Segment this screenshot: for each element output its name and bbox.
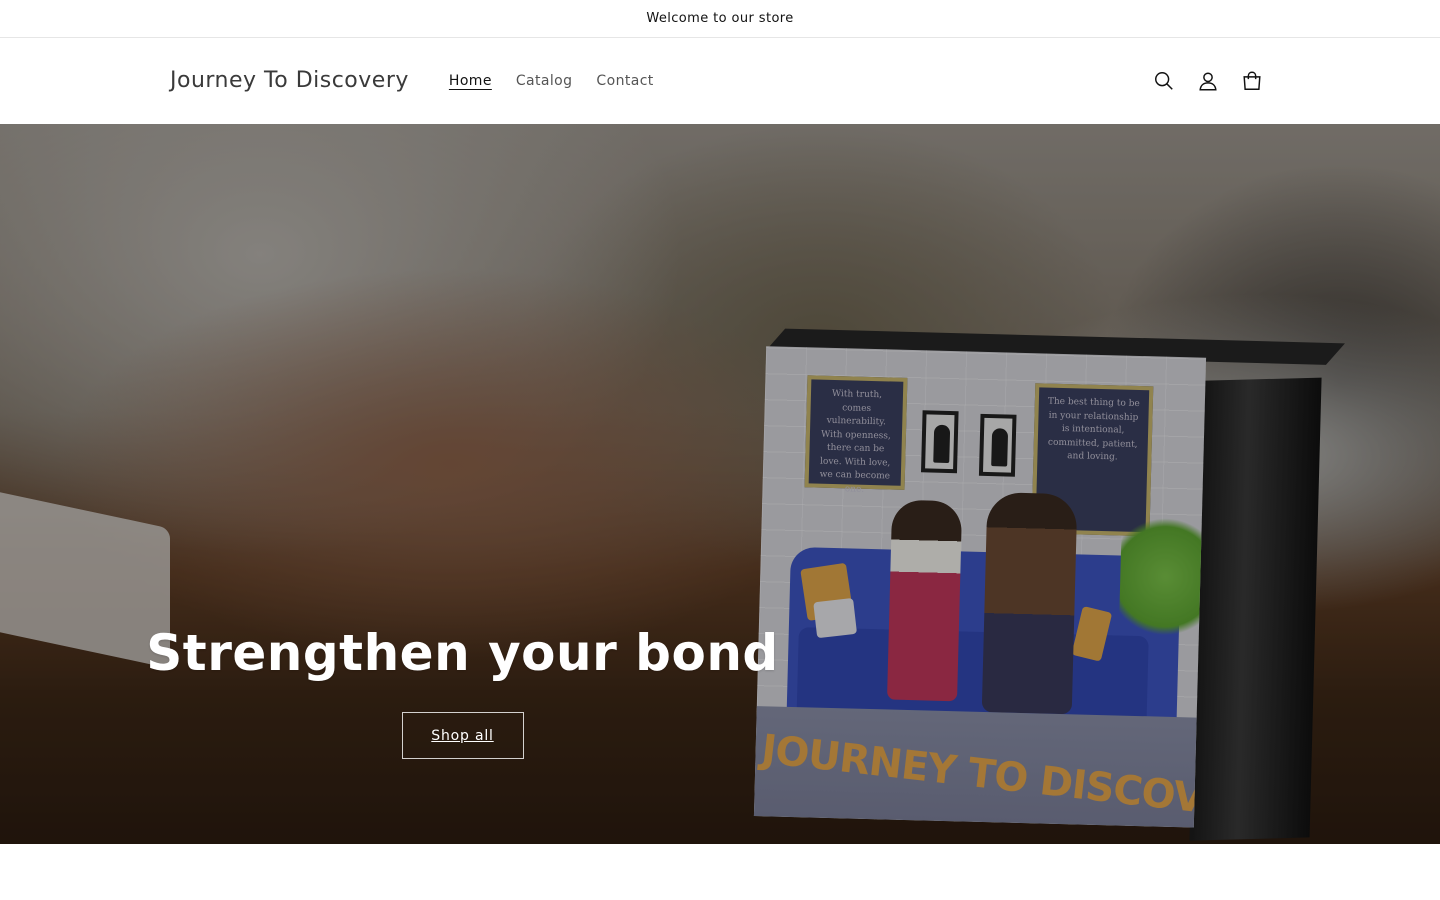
announcement-text: Welcome to our store xyxy=(646,11,794,26)
account-icon[interactable] xyxy=(1190,59,1226,103)
main-nav: Home Catalog Contact xyxy=(437,73,666,89)
search-icon[interactable] xyxy=(1146,59,1182,103)
cart-icon[interactable] xyxy=(1234,59,1270,103)
nav-item-catalog[interactable]: Catalog xyxy=(504,73,585,89)
header-icons xyxy=(1146,38,1270,123)
nav-item-contact[interactable]: Contact xyxy=(584,73,665,89)
hero-heading: Strengthen your bond xyxy=(146,624,779,682)
site-header: Journey To Discovery Home Catalog Contac… xyxy=(0,38,1440,123)
nav-item-home[interactable]: Home xyxy=(437,73,504,89)
shop-all-button[interactable]: Shop all xyxy=(401,712,524,759)
hero-content: Strengthen your bond Shop all xyxy=(146,624,778,759)
site-logo[interactable]: Journey To Discovery xyxy=(170,68,409,93)
hero-banner: With truth, comes vulnerability. With op… xyxy=(0,124,1440,844)
announcement-bar: Welcome to our store xyxy=(0,0,1440,38)
